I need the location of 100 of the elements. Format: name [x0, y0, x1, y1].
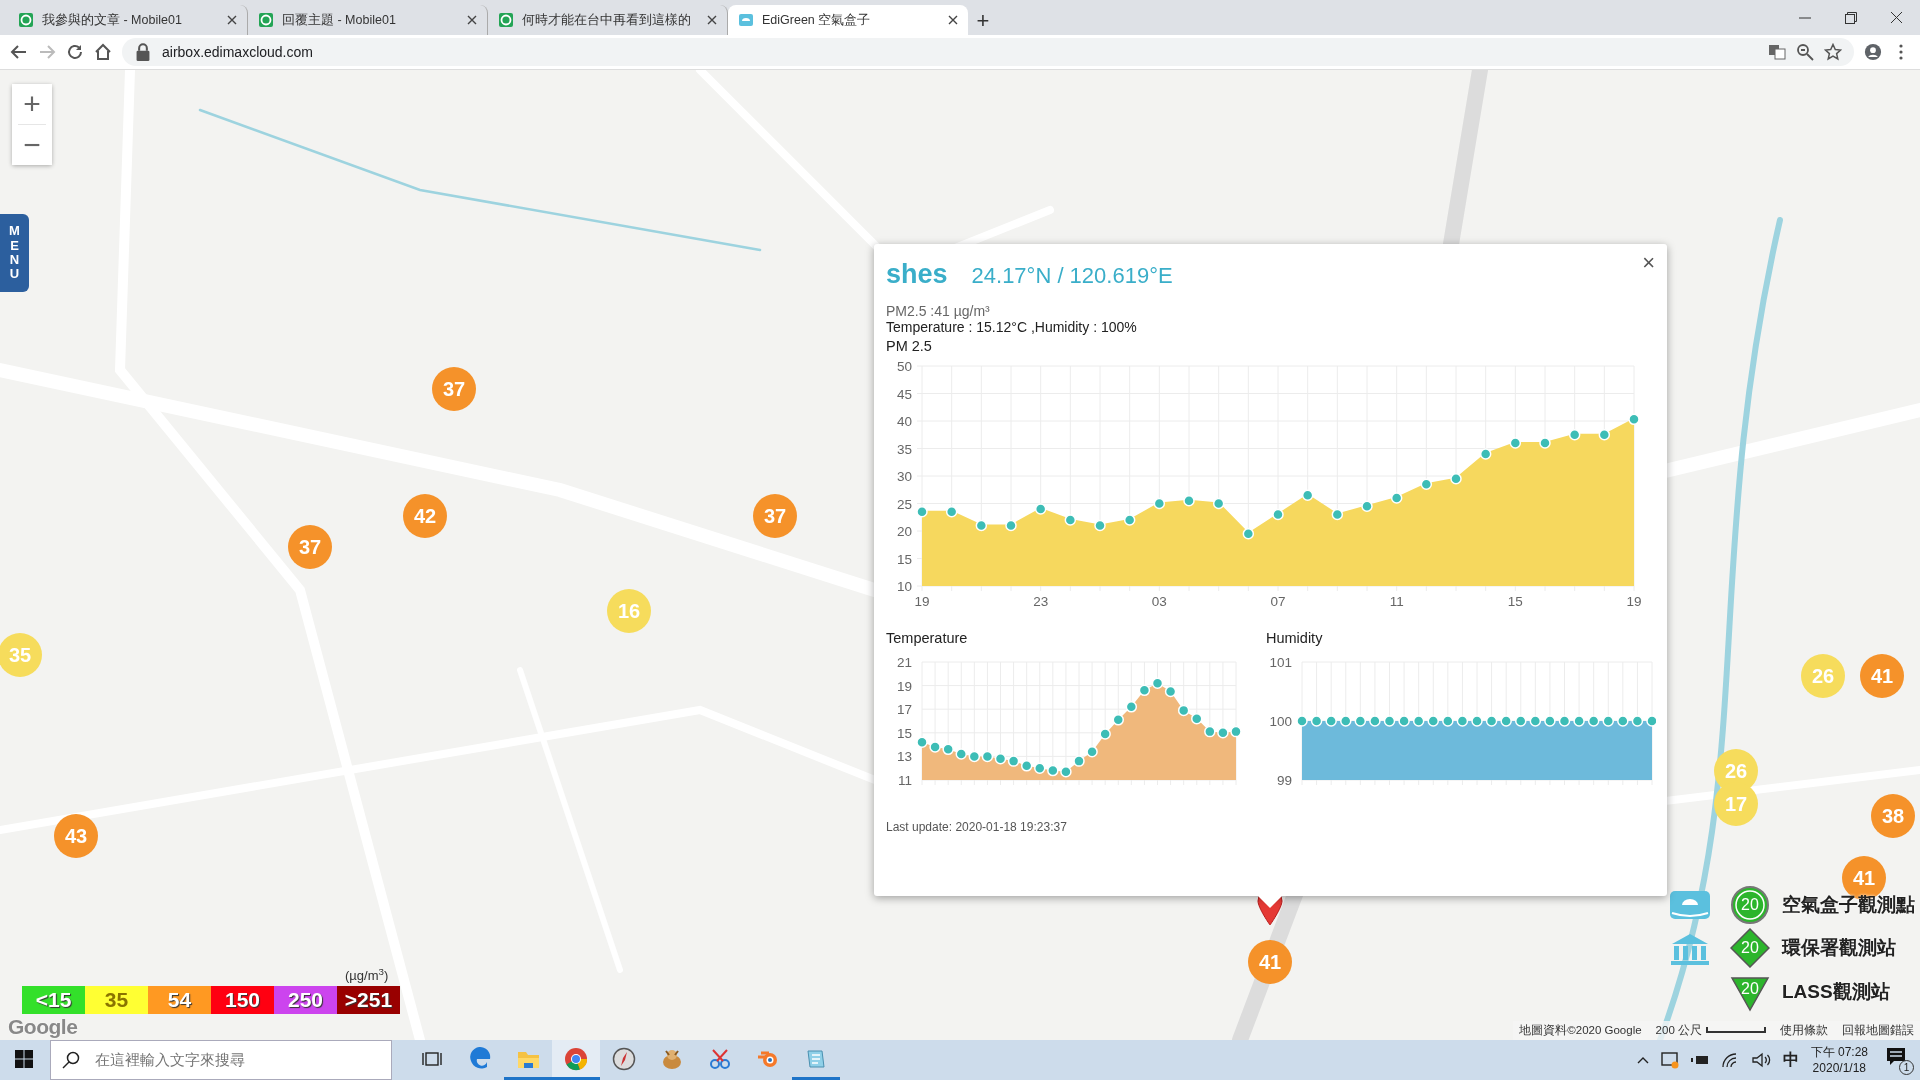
data-point: [1138, 684, 1151, 696]
data-point: [1060, 765, 1072, 778]
axis-label: 101: [1269, 654, 1292, 670]
data-point: [968, 750, 981, 762]
aqi-level: 54: [148, 986, 211, 1014]
data-point: [1164, 685, 1177, 697]
data-point: [1500, 714, 1512, 727]
speaker-icon[interactable]: [1750, 1052, 1771, 1068]
close-icon[interactable]: [467, 15, 477, 25]
aqi-level: >251: [337, 986, 400, 1014]
data-point: [1354, 714, 1367, 727]
translate-icon[interactable]: [1768, 43, 1786, 61]
data-point: [1539, 437, 1551, 449]
zoom-out-button[interactable]: −: [12, 125, 52, 165]
axis-label: 50: [896, 358, 912, 374]
wifi-icon[interactable]: [1720, 1052, 1739, 1068]
data-point: [1485, 714, 1498, 727]
axis-label: 20: [896, 523, 912, 539]
data-point: [1272, 508, 1284, 521]
data-point: [1420, 478, 1433, 490]
data-point: [1310, 714, 1323, 727]
axis-label: 19: [1626, 593, 1642, 609]
data-point: [1331, 508, 1344, 521]
aqi-level: <15: [22, 986, 85, 1014]
new-tab-button[interactable]: +: [968, 5, 998, 35]
unit-label: (µg/m$^{3}$): [345, 966, 389, 985]
input-method-indicator[interactable]: 中: [1782, 1048, 1799, 1072]
data-point: [1007, 754, 1020, 767]
account-icon[interactable]: [1864, 43, 1882, 61]
terms-link[interactable]: 使用條款: [1780, 1021, 1828, 1039]
data-point: [1631, 714, 1644, 727]
tab-title: EdiGreen 空氣盒子: [762, 11, 872, 29]
data-point: [1005, 519, 1017, 532]
axis-label: 19: [896, 678, 912, 694]
close-button[interactable]: ×: [1638, 246, 1659, 279]
data-point: [1568, 428, 1581, 441]
reload-icon[interactable]: [66, 43, 84, 61]
data-point: [994, 752, 1007, 765]
star-icon[interactable]: [1824, 43, 1842, 61]
axis-label: 99: [1276, 772, 1292, 788]
zoom-icon[interactable]: [1796, 43, 1814, 61]
data-point: [1204, 725, 1216, 737]
chevron-up-icon[interactable]: [1636, 1056, 1649, 1064]
clock-time[interactable]: 下午 07:28: [1810, 1043, 1868, 1060]
station-marker: 20: [1730, 885, 1770, 925]
coordinates: 24.17°N / 120.619°E: [971, 262, 1173, 290]
data-point: [1073, 754, 1085, 767]
axis-label: 11: [898, 772, 912, 788]
data-point: [1573, 714, 1585, 727]
search-field[interactable]: 在這裡輸入文字來搜尋: [50, 1040, 392, 1080]
search-icon: [62, 1051, 80, 1069]
google-logo[interactable]: Google: [8, 1016, 78, 1038]
data-point: [955, 747, 967, 760]
home-icon[interactable]: [94, 43, 112, 61]
data-point: [1177, 704, 1190, 716]
close-icon[interactable]: [227, 15, 237, 25]
chrome-logo-icon: [564, 1046, 588, 1071]
axis-label: 23: [1033, 593, 1049, 609]
back-icon[interactable]: [10, 43, 28, 61]
menu-tab[interactable]: MENU: [0, 214, 29, 292]
weather-reading: Temperature : 15.12°C ,Humidity : 100%: [886, 319, 1138, 337]
data-point: [1598, 428, 1611, 441]
clock-date[interactable]: 2020/1/18: [1810, 1060, 1868, 1077]
data-point: [1544, 714, 1556, 727]
report-link[interactable]: 回報地圖錯誤: [1842, 1021, 1914, 1039]
axis-label: 15: [896, 725, 912, 741]
data-point: [1094, 519, 1106, 532]
axis-label: 15: [1507, 593, 1523, 609]
pm25-reading: PM2.5 :41 µg/m³: [886, 302, 991, 320]
data-point: [1427, 714, 1439, 727]
data-point: [945, 505, 958, 518]
site-icon: [258, 12, 274, 28]
data-point: [1020, 759, 1033, 772]
data-point: [1602, 714, 1614, 727]
data-point: [916, 505, 928, 518]
data-point: [1361, 500, 1373, 512]
data-point: [1123, 514, 1136, 526]
scale-bar: [1706, 1027, 1766, 1034]
axis-label: 10: [896, 578, 912, 594]
last-update-text: Last update: 2020-01-18 19:23:37: [886, 818, 1068, 836]
url-text[interactable]: airbox.edimaxcloud.com: [162, 41, 313, 63]
data-point: [1112, 713, 1124, 726]
axis-label: 21: [896, 654, 912, 670]
browser-tab[interactable]: EdiGreen 空氣盒子: [728, 5, 968, 35]
display-icon[interactable]: [1660, 1051, 1679, 1069]
data-point: [1151, 677, 1164, 689]
zoom-in-button[interactable]: +: [12, 84, 52, 124]
data-point: [1390, 492, 1403, 504]
windows-logo-icon: [15, 1049, 33, 1068]
close-icon[interactable]: [707, 15, 717, 25]
battery-icon[interactable]: [1690, 1053, 1709, 1067]
data-point: [1471, 714, 1483, 727]
notification-icon[interactable]: [1886, 1047, 1906, 1067]
data-point: [1558, 714, 1571, 727]
data-point: [916, 736, 928, 748]
close-icon[interactable]: [948, 15, 958, 25]
data-point: [1442, 714, 1454, 727]
data-point: [1646, 714, 1656, 727]
site-icon: [18, 12, 34, 28]
taskbar-app[interactable]: [552, 1040, 600, 1080]
